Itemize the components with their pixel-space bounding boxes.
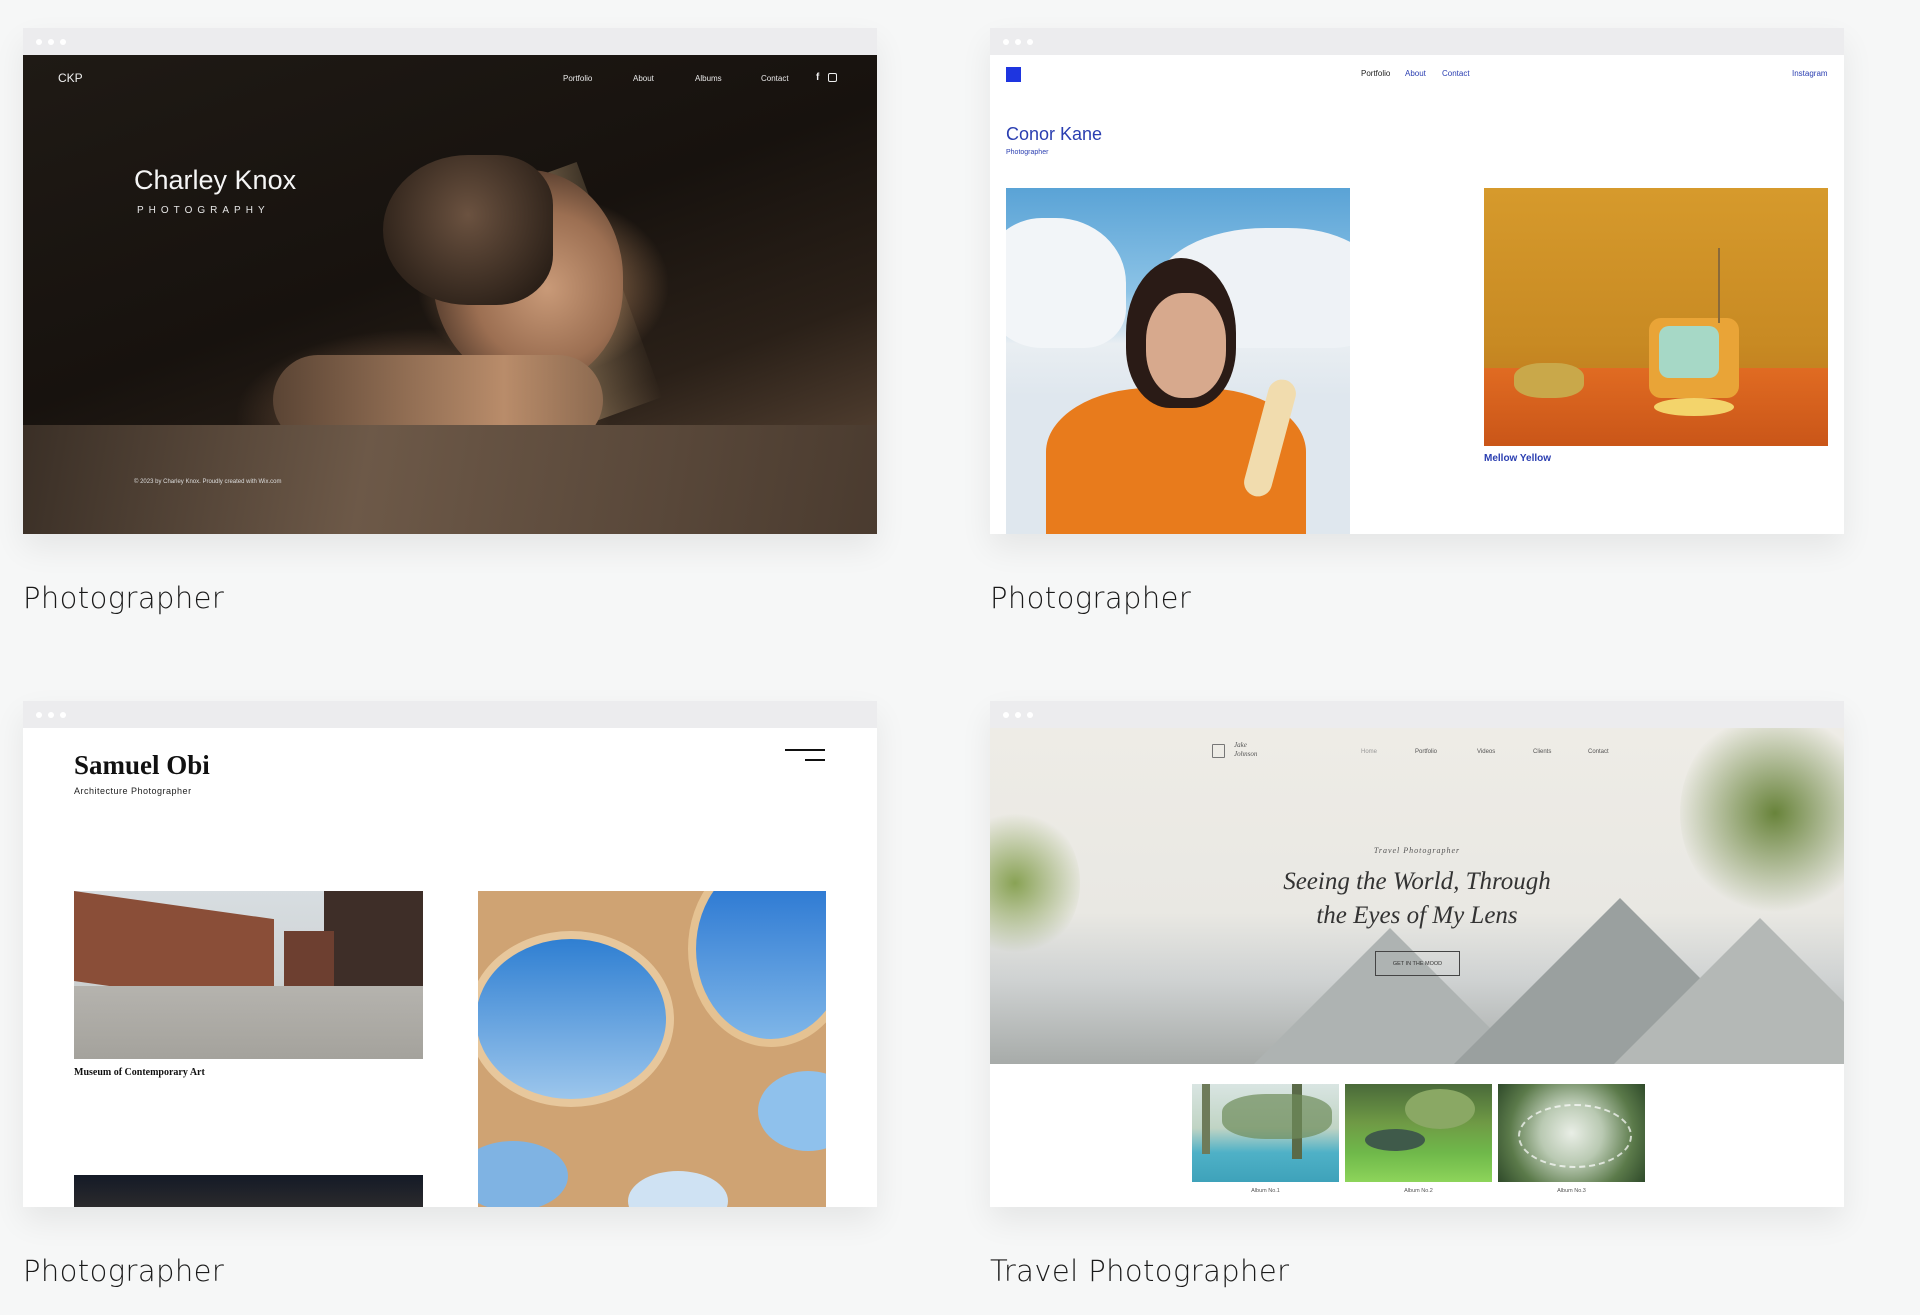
hamburger-menu-icon[interactable] xyxy=(785,749,827,763)
nav-item-albums[interactable]: Albums xyxy=(695,74,722,83)
window-dot xyxy=(1027,39,1033,45)
template-caption: Photographer xyxy=(990,581,1192,615)
album-thumb-3[interactable] xyxy=(1498,1084,1645,1182)
site-title: Conor Kane xyxy=(1006,124,1103,144)
logo-book-icon[interactable] xyxy=(1212,744,1225,758)
window-dot xyxy=(48,712,54,718)
window-dot xyxy=(1027,712,1033,718)
instagram-icon[interactable] xyxy=(828,73,837,82)
window-dot xyxy=(48,39,54,45)
album-label-3: Album No.3 xyxy=(1557,1188,1586,1194)
site-subtitle: Architecture Photographer xyxy=(74,786,192,796)
site-logo[interactable]: CKP xyxy=(58,71,83,85)
browser-chrome-bar xyxy=(990,28,1844,55)
nav-item-contact[interactable]: Contact xyxy=(1442,69,1470,78)
gallery-caption: Mellow Yellow xyxy=(1484,453,1552,464)
gallery-photo-mellow-yellow[interactable] xyxy=(1484,188,1828,446)
window-dot xyxy=(1003,39,1009,45)
browser-chrome-bar xyxy=(990,701,1844,728)
window-dot xyxy=(1015,39,1021,45)
cta-button[interactable]: GET IN THE MOOD xyxy=(1375,951,1460,976)
album-thumb-2[interactable] xyxy=(1345,1084,1492,1182)
facebook-icon[interactable]: f xyxy=(816,72,819,83)
window-dot xyxy=(1003,712,1009,718)
album-label-1: Album No.1 xyxy=(1251,1188,1280,1194)
template-preview[interactable]: Jake Johnson Home Portfolio Videos Clien… xyxy=(990,701,1844,1207)
hero-section: CKP Portfolio About Albums Contact f Cha… xyxy=(23,55,877,534)
hero-headline-line2: the Eyes of My Lens xyxy=(1316,902,1518,929)
portrait-hair xyxy=(383,155,553,305)
window-dot xyxy=(60,39,66,45)
window-dot xyxy=(1015,712,1021,718)
nav-item-clients[interactable]: Clients xyxy=(1533,749,1551,755)
project-photo-museum[interactable] xyxy=(74,891,423,1059)
gallery-photo-portrait[interactable] xyxy=(1006,188,1350,534)
nav-item-contact[interactable]: Contact xyxy=(761,74,789,83)
logo-name-last[interactable]: Johnson xyxy=(1234,750,1257,758)
nav-item-portfolio[interactable]: Portfolio xyxy=(1361,69,1390,78)
instagram-link[interactable]: Instagram xyxy=(1792,69,1828,78)
cta-button-label: GET IN THE MOOD xyxy=(1392,960,1443,967)
window-dot xyxy=(60,712,66,718)
site-subtitle: Photographer xyxy=(1006,149,1049,156)
page-content: Portfolio About Contact Instagram Conor … xyxy=(990,55,1844,534)
project-photo-dark[interactable] xyxy=(74,1175,423,1207)
window-dot xyxy=(36,39,42,45)
browser-chrome-bar xyxy=(23,28,877,55)
album-thumb-1[interactable] xyxy=(1192,1084,1339,1182)
template-caption: Photographer xyxy=(23,581,225,615)
project-caption: Museum of Contemporary Art xyxy=(74,1067,205,1078)
hero-headline-line1: Seeing the World, Through xyxy=(1283,868,1551,895)
site-title: Samuel Obi xyxy=(74,750,210,780)
page-content: Jake Johnson Home Portfolio Videos Clien… xyxy=(990,728,1844,1207)
nav-item-portfolio[interactable]: Portfolio xyxy=(563,74,592,83)
nav-item-videos[interactable]: Videos xyxy=(1477,749,1495,755)
nav-item-home[interactable]: Home xyxy=(1361,749,1377,755)
hero-kicker: Travel Photographer xyxy=(1373,846,1461,855)
nav-item-about[interactable]: About xyxy=(633,74,654,83)
nav-item-contact[interactable]: Contact xyxy=(1588,749,1609,755)
project-photo-architecture[interactable] xyxy=(478,891,826,1207)
template-caption: Photographer xyxy=(23,1254,225,1288)
logo-name-first[interactable]: Jake xyxy=(1234,741,1247,749)
hero-landscape xyxy=(990,728,1844,1064)
hero-subtitle: PHOTOGRAPHY xyxy=(137,205,270,216)
window-dot xyxy=(36,712,42,718)
footer-text: © 2023 by Charley Knox. Proudly created … xyxy=(134,479,282,485)
template-preview[interactable]: CKP Portfolio About Albums Contact f Cha… xyxy=(23,28,877,534)
template-preview[interactable]: Samuel Obi Architecture Photographer Mus… xyxy=(23,701,877,1207)
hero-title: Charley Knox xyxy=(134,165,297,195)
template-preview[interactable]: Portfolio About Contact Instagram Conor … xyxy=(990,28,1844,534)
logo-square[interactable] xyxy=(1006,67,1021,82)
page-content: Samuel Obi Architecture Photographer Mus… xyxy=(23,728,877,1207)
browser-chrome-bar xyxy=(23,701,877,728)
nav-item-portfolio[interactable]: Portfolio xyxy=(1415,749,1437,755)
nav-item-about[interactable]: About xyxy=(1405,69,1426,78)
album-label-2: Album No.2 xyxy=(1404,1188,1433,1194)
template-caption: Travel Photographer xyxy=(990,1254,1290,1288)
